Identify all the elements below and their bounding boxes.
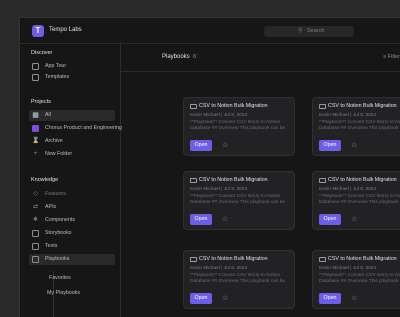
main-header: Playbooks 8 ≡ Filter bbox=[121, 44, 400, 72]
sidebar-item-archive[interactable]: ⌛ Archive bbox=[29, 136, 115, 147]
main-content: Playbooks 8 ≡ Filter CSV to Notion Bulk … bbox=[121, 44, 400, 317]
section-heading-discover: Discover bbox=[31, 50, 53, 56]
card-description: **Playbook** Convert CSV file(s) to Noti… bbox=[190, 273, 286, 284]
sidebar-item-all[interactable]: ▦ All bbox=[29, 110, 115, 121]
grid-icon: ▦ bbox=[32, 112, 39, 119]
sidebar-item-label: Chorus Product and Engineering bbox=[45, 125, 122, 131]
sidebar-item-apis[interactable]: ⇄ APIs bbox=[29, 202, 115, 213]
sidebar: Discover App Tour Templates Projects ▦ A… bbox=[20, 44, 122, 317]
storybooks-icon bbox=[32, 230, 39, 237]
playbook-card[interactable]: CSV to Notion Bulk Migration Kevin Micha… bbox=[183, 97, 295, 156]
star-icon[interactable]: ☆ bbox=[351, 215, 357, 224]
open-button[interactable]: Open bbox=[190, 140, 212, 151]
star-icon[interactable]: ☆ bbox=[222, 215, 228, 224]
playbook-icon bbox=[190, 104, 197, 109]
count-badge: 8 bbox=[193, 54, 197, 60]
app-logo[interactable]: T bbox=[32, 25, 44, 37]
open-button[interactable]: Open bbox=[319, 214, 341, 225]
card-description: **Playbook** Convert CSV file(s) to Noti… bbox=[319, 273, 400, 284]
sidebar-item-storybooks[interactable]: Storybooks bbox=[29, 228, 115, 239]
sidebar-item-templates[interactable]: Templates bbox=[29, 72, 115, 83]
card-description: **Playbook** Convert CSV file(s) to Noti… bbox=[190, 120, 286, 131]
section-heading-projects: Projects bbox=[31, 99, 51, 105]
card-description: **Playbook** Convert CSV file(s) to Noti… bbox=[190, 194, 286, 205]
card-meta: Kevin Michael | Jul 8, 2024 bbox=[190, 266, 248, 271]
page-title: Playbooks bbox=[162, 54, 190, 60]
playbook-icon bbox=[319, 104, 326, 109]
card-title: CSV to Notion Bulk Migration bbox=[328, 256, 397, 262]
search-input[interactable]: ⚲ Search bbox=[264, 26, 354, 37]
sidebar-item-label: Features bbox=[45, 191, 66, 197]
sidebar-item-new-folder[interactable]: + New Folder bbox=[29, 149, 115, 160]
card-meta: Kevin Michael | Jul 8, 2024 bbox=[319, 266, 377, 271]
sidebar-item-playbooks[interactable]: Playbooks bbox=[29, 254, 115, 265]
card-title: CSV to Notion Bulk Migration bbox=[199, 177, 268, 183]
card-meta: Kevin Michael | Jul 8, 2024 bbox=[319, 113, 377, 118]
sidebar-item-components[interactable]: ❖ Components bbox=[29, 215, 115, 226]
top-bar: T Tempo Labs ⚲ Search bbox=[20, 18, 400, 44]
filter-button[interactable]: ≡ Filter bbox=[383, 54, 400, 60]
open-button[interactable]: Open bbox=[190, 293, 212, 304]
sidebar-item-chorus-project[interactable]: Chorus Product and Engineering bbox=[29, 123, 122, 134]
api-icon: ⇄ bbox=[32, 204, 39, 210]
playbook-icon bbox=[190, 257, 197, 262]
sidebar-item-label: Components bbox=[45, 217, 76, 223]
sidebar-item-app-tour[interactable]: App Tour bbox=[29, 61, 115, 72]
components-icon: ❖ bbox=[32, 217, 39, 223]
card-title: CSV to Notion Bulk Migration bbox=[199, 256, 268, 262]
features-icon: ◇ bbox=[33, 191, 38, 197]
filter-label: Filter bbox=[387, 54, 400, 60]
card-meta: Kevin Michael | Jul 8, 2024 bbox=[190, 113, 248, 118]
templates-icon bbox=[32, 74, 39, 81]
sidebar-item-texts[interactable]: Texts bbox=[29, 241, 115, 252]
playbook-card[interactable]: CSV to Notion Bulk Migration Kevin Micha… bbox=[312, 250, 400, 309]
app-title: Tempo Labs bbox=[49, 27, 82, 33]
archive-icon: ⌛ bbox=[32, 138, 40, 144]
open-button[interactable]: Open bbox=[319, 140, 341, 151]
search-icon: ⚲ bbox=[298, 28, 303, 34]
section-heading-knowledge: Knowledge bbox=[31, 177, 59, 183]
sidebar-item-label: Texts bbox=[45, 243, 58, 249]
sidebar-item-label: Playbooks bbox=[45, 256, 70, 262]
search-placeholder: Search bbox=[307, 28, 325, 34]
card-meta: Kevin Michael | Jul 8, 2024 bbox=[319, 187, 377, 192]
plus-icon: + bbox=[33, 151, 38, 157]
star-icon[interactable]: ☆ bbox=[222, 141, 228, 150]
sidebar-item-label: Storybooks bbox=[45, 230, 72, 236]
playbook-card[interactable]: CSV to Notion Bulk Migration Kevin Micha… bbox=[312, 171, 400, 230]
card-description: **Playbook** Convert CSV file(s) to Noti… bbox=[319, 194, 400, 205]
playbook-card[interactable]: CSV to Notion Bulk Migration Kevin Micha… bbox=[183, 250, 295, 309]
card-meta: Kevin Michael | Jul 8, 2024 bbox=[190, 187, 248, 192]
star-icon[interactable]: ☆ bbox=[222, 294, 228, 303]
playbook-card[interactable]: CSV to Notion Bulk Migration Kevin Micha… bbox=[183, 171, 295, 230]
sidebar-subitem-favorites[interactable]: Favorites bbox=[49, 275, 71, 281]
playbook-icon bbox=[319, 257, 326, 262]
playbook-icon bbox=[319, 178, 326, 183]
sidebar-item-label: App Tour bbox=[45, 63, 67, 69]
card-title: CSV to Notion Bulk Migration bbox=[328, 177, 397, 183]
card-title: CSV to Notion Bulk Migration bbox=[199, 103, 268, 109]
tour-icon bbox=[32, 63, 39, 70]
texts-icon bbox=[32, 243, 39, 250]
playbook-card[interactable]: CSV to Notion Bulk Migration Kevin Micha… bbox=[312, 97, 400, 156]
playbooks-icon bbox=[32, 256, 39, 263]
sidebar-item-label: Templates bbox=[45, 74, 70, 80]
star-icon[interactable]: ☆ bbox=[351, 294, 357, 303]
project-color-icon bbox=[32, 125, 39, 132]
sidebar-item-label: New Folder bbox=[45, 151, 73, 157]
open-button[interactable]: Open bbox=[319, 293, 341, 304]
star-icon[interactable]: ☆ bbox=[351, 141, 357, 150]
open-button[interactable]: Open bbox=[190, 214, 212, 225]
card-title: CSV to Notion Bulk Migration bbox=[328, 103, 397, 109]
app-window: T Tempo Labs ⚲ Search Discover App Tour … bbox=[19, 17, 400, 317]
playbook-icon bbox=[190, 178, 197, 183]
sidebar-item-label: All bbox=[45, 112, 51, 118]
sidebar-item-features[interactable]: ◇ Features bbox=[29, 189, 115, 200]
card-description: **Playbook** Convert CSV file(s) to Noti… bbox=[319, 120, 400, 131]
sidebar-subitem-my-playbooks[interactable]: My Playbooks bbox=[47, 290, 80, 296]
sidebar-item-label: APIs bbox=[45, 204, 57, 210]
sidebar-item-label: Archive bbox=[45, 138, 63, 144]
